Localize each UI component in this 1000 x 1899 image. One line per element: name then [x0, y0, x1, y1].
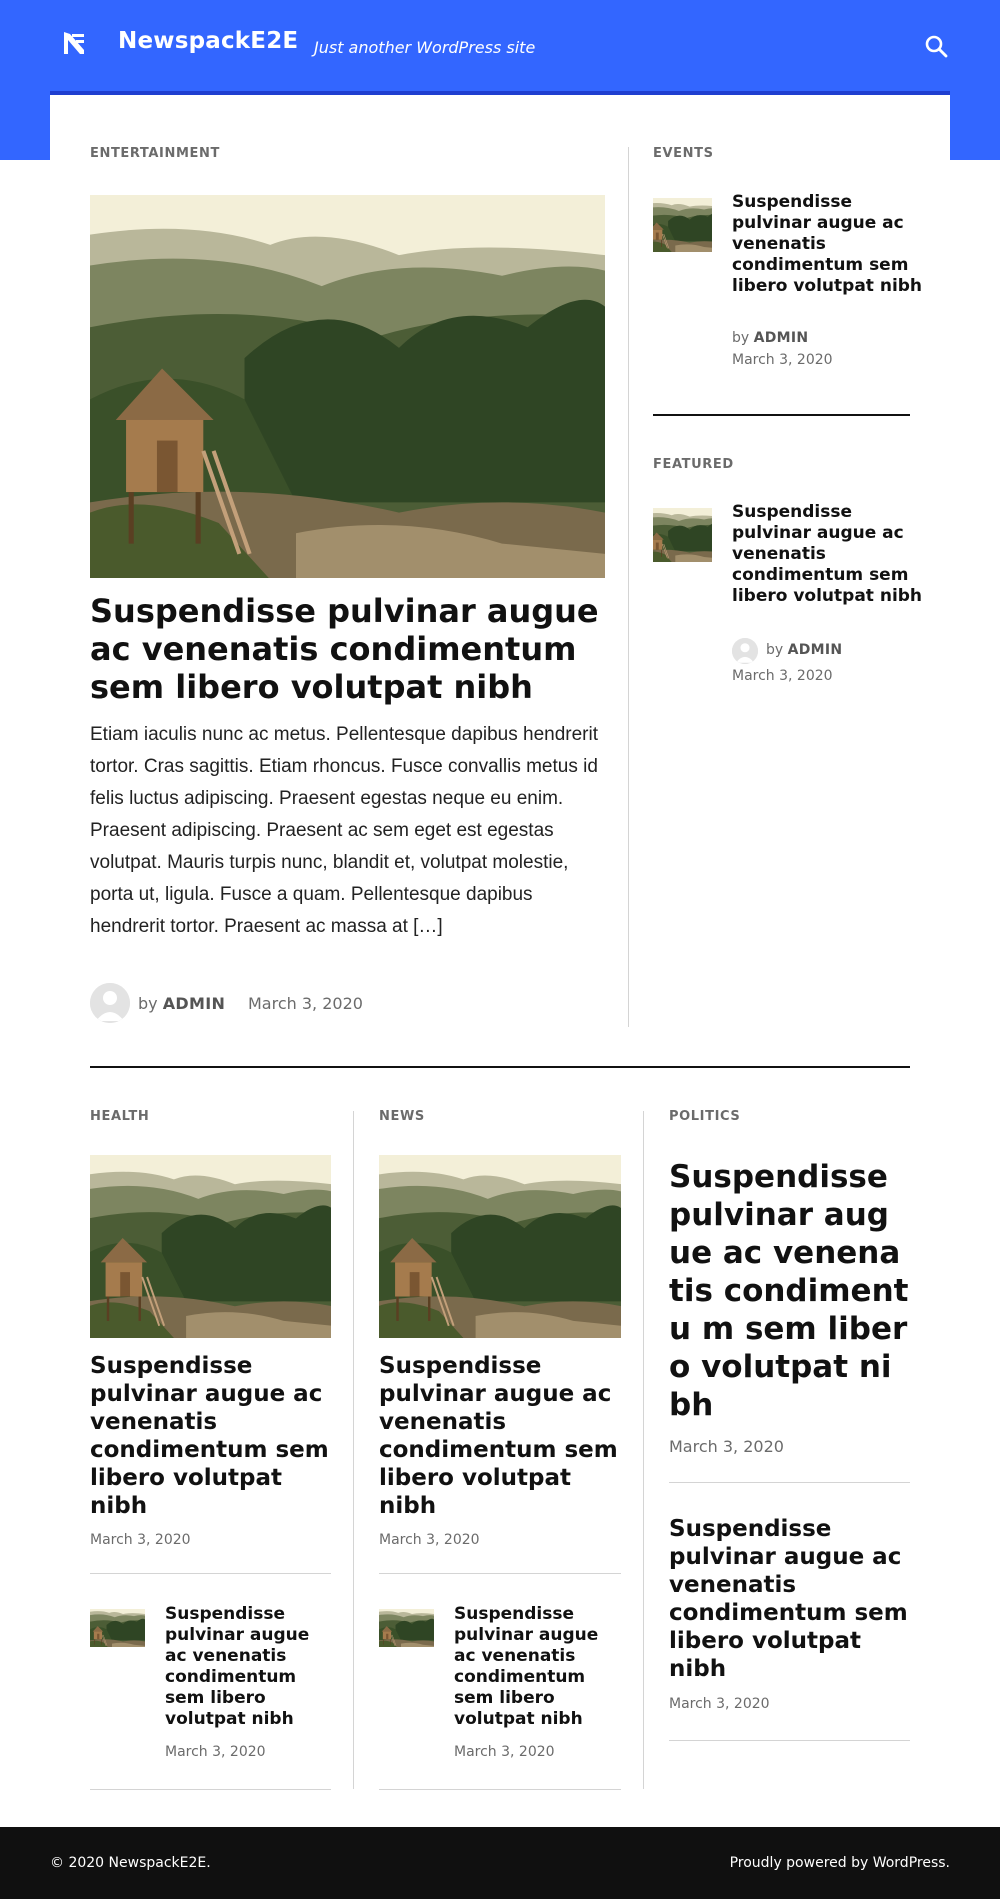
category-label-news[interactable]: NEWS [379, 1109, 425, 1124]
search-icon[interactable] [922, 32, 950, 60]
politics-bottom-divider [669, 1740, 910, 1741]
category-label-events[interactable]: EVENTS [653, 146, 714, 161]
post-date: March 3, 2020 [248, 994, 363, 1013]
politics-second-date: March 3, 2020 [669, 1696, 770, 1712]
block-divider [90, 1066, 910, 1068]
events-author-link[interactable]: ADMIN [754, 330, 809, 346]
news-divider [379, 1573, 621, 1574]
footer-copyright[interactable]: © 2020 NewspackE2E. [50, 1855, 211, 1871]
news-image[interactable] [379, 1155, 621, 1338]
newspack-logo-icon[interactable] [58, 28, 90, 60]
footer-powered-by[interactable]: Proudly powered by WordPress. [730, 1855, 950, 1871]
health-divider [90, 1573, 331, 1574]
column-divider [353, 1111, 354, 1789]
health-image[interactable] [90, 1155, 331, 1338]
featured-author-avatar[interactable] [732, 638, 758, 664]
featured-byline-by: by [766, 642, 784, 658]
site-footer: © 2020 NewspackE2E. Proudly powered by W… [0, 1827, 1000, 1899]
health-small-date: March 3, 2020 [165, 1744, 266, 1760]
events-thumbnail[interactable] [653, 198, 712, 252]
news-small-thumbnail[interactable] [379, 1609, 434, 1647]
column-divider [628, 147, 629, 1027]
featured-author-link[interactable]: ADMIN [788, 642, 843, 658]
featured-image[interactable] [90, 195, 605, 578]
category-label-entertainment[interactable]: ENTERTAINMENT [90, 146, 220, 161]
featured-article-title[interactable]: Suspendisse pulvinar augue ac venenatis … [732, 502, 932, 607]
byline: by ADMIN [138, 994, 225, 1013]
section-divider [653, 414, 910, 416]
politics-article-date: March 3, 2020 [669, 1437, 784, 1456]
site-tagline: Just another WordPress site [314, 38, 536, 57]
health-article-title[interactable]: Suspendisse pulvinar augue ac venenatis … [90, 1352, 340, 1520]
main-article-excerpt: Etiam iaculis nunc ac metus. Pellentesqu… [90, 724, 599, 937]
featured-date: March 3, 2020 [732, 668, 833, 684]
politics-divider [669, 1482, 910, 1483]
events-date: March 3, 2020 [732, 352, 833, 368]
news-article-title[interactable]: Suspendisse pulvinar augue ac venenatis … [379, 1352, 629, 1520]
category-label-featured[interactable]: FEATURED [653, 457, 734, 472]
main-article-title[interactable]: Suspendisse pulvinar augue ac venenatis … [90, 592, 610, 706]
featured-thumbnail[interactable] [653, 508, 712, 562]
events-byline: by ADMIN [732, 330, 808, 346]
health-small-title[interactable]: Suspendisse pulvinar augue ac venenatis … [165, 1604, 335, 1730]
health-bottom-divider [90, 1789, 331, 1790]
news-small-title[interactable]: Suspendisse pulvinar augue ac venenatis … [454, 1604, 624, 1730]
health-article-date: March 3, 2020 [90, 1532, 191, 1548]
main-content: ENTERTAINMENT Suspendisse pulvinar augue… [50, 91, 950, 1827]
author-link[interactable]: ADMIN [163, 994, 225, 1013]
events-article-title[interactable]: Suspendisse pulvinar augue ac venenatis … [732, 192, 932, 297]
column-divider [643, 1111, 644, 1789]
category-label-politics[interactable]: POLITICS [669, 1109, 740, 1124]
site-header: NewspackE2E Just another WordPress site [0, 0, 1000, 92]
site-title[interactable]: NewspackE2E [118, 28, 298, 54]
byline-by: by [138, 994, 158, 1013]
featured-byline: by ADMIN [766, 642, 842, 658]
news-bottom-divider [379, 1789, 621, 1790]
author-avatar[interactable] [90, 983, 130, 1023]
news-small-date: March 3, 2020 [454, 1744, 555, 1760]
politics-article-title[interactable]: Suspendisse pulvinar augue ac venenatis … [669, 1158, 911, 1424]
events-byline-by: by [732, 330, 750, 346]
news-article-date: March 3, 2020 [379, 1532, 480, 1548]
category-label-health[interactable]: HEALTH [90, 1109, 149, 1124]
politics-second-title[interactable]: Suspendisse pulvinar augue ac venenatis … [669, 1515, 914, 1683]
health-small-thumbnail[interactable] [90, 1609, 145, 1647]
